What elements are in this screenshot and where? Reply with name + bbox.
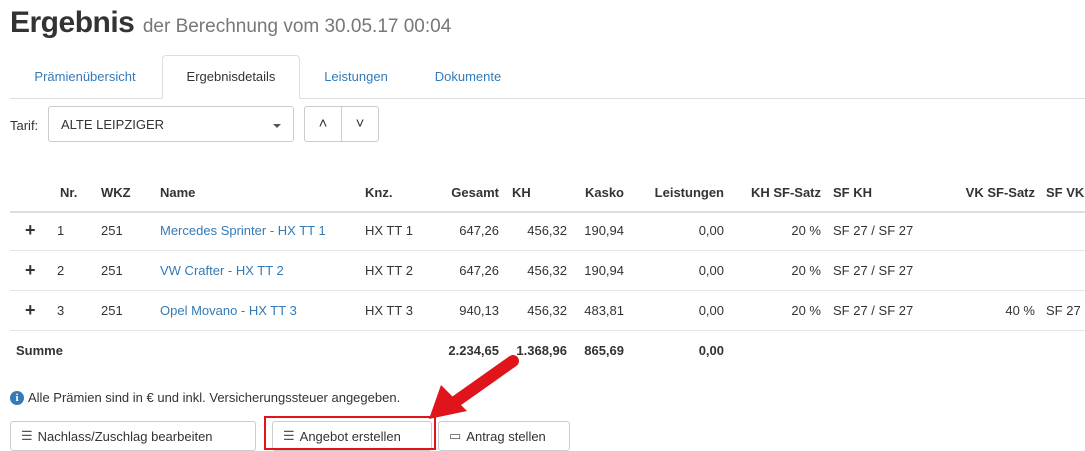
title-main: Ergebnis: [10, 6, 135, 39]
info-note-text: Alle Prämien sind in € und inkl. Versich…: [28, 390, 401, 405]
angebot-erstellen-button[interactable]: ☰ Angebot erstellen: [272, 421, 432, 451]
tarif-label: Tarif:: [10, 118, 39, 133]
cell-wkz: 251: [101, 263, 123, 278]
cell-vk-sf-satz: [932, 211, 1035, 250]
document-icon: ☰: [283, 428, 295, 443]
cell-kh-sf-satz: 20 %: [791, 223, 821, 238]
cell-sf-vk: SF 27: [1046, 303, 1081, 318]
summary-kh: 1.368,96: [516, 343, 567, 358]
title-subtitle: der Berechnung vom 30.05.17 00:04: [142, 16, 452, 37]
cell-kh: 456,32: [527, 223, 567, 238]
summary-kasko: 865,69: [584, 343, 624, 358]
table-row: + 2 251 VW Crafter - HX TT 2 HX TT 2 647…: [10, 251, 1085, 291]
tarif-selected-value: ALTE LEIPZIGER: [61, 117, 165, 132]
expand-row-button[interactable]: +: [25, 251, 36, 290]
expand-row-button[interactable]: +: [25, 211, 36, 250]
cell-sf-kh: SF 27 / SF 27: [833, 263, 914, 278]
nachlass-zuschlag-button[interactable]: ☰ Nachlass/Zuschlag bearbeiten: [10, 421, 256, 451]
header-wkz: WKZ: [101, 184, 131, 200]
info-icon: i: [10, 390, 24, 405]
sliders-icon: ☰: [21, 428, 33, 443]
cell-knz: HX TT 3: [365, 303, 413, 318]
cell-kh-sf-satz: 20 %: [791, 263, 821, 278]
summary-label: Summe: [16, 343, 63, 358]
header-kh: KH: [512, 184, 531, 200]
cell-gesamt: 647,26: [459, 263, 499, 278]
expand-row-button[interactable]: +: [25, 291, 36, 330]
cell-kh: 456,32: [527, 303, 567, 318]
summary-row: Summe 2.234,65 1.368,96 865,69 0,00: [10, 331, 1085, 370]
angebot-erstellen-label: Angebot erstellen: [299, 428, 401, 444]
cell-leistungen: 0,00: [698, 263, 724, 278]
cell-leistungen: 0,00: [698, 303, 724, 318]
header-sf-vk: SF VK: [1046, 184, 1085, 200]
table-row: + 1 251 Mercedes Sprinter - HX TT 1 HX T…: [10, 211, 1085, 251]
inbox-icon: ▭: [449, 428, 462, 443]
antrag-stellen-label: Antrag stellen: [466, 428, 546, 444]
antrag-stellen-button[interactable]: ▭ Antrag stellen: [438, 421, 570, 451]
chevron-down-icon: ˅: [355, 115, 365, 132]
tab-bar: Prämienübersicht Ergebnisdetails Leistun…: [10, 55, 1085, 99]
cell-nr: 2: [57, 263, 65, 278]
cell-knz: HX TT 1: [365, 223, 413, 238]
cell-wkz: 251: [101, 223, 123, 238]
vehicle-link[interactable]: Opel Movano - HX TT 3: [160, 291, 297, 330]
nachlass-zuschlag-label: Nachlass/Zuschlag bearbeiten: [37, 428, 213, 444]
cell-kh: 456,32: [527, 263, 567, 278]
tab-ergebnisdetails[interactable]: Ergebnisdetails: [162, 55, 300, 99]
cell-kasko: 483,81: [584, 303, 624, 318]
cell-kasko: 190,94: [584, 263, 624, 278]
table-header: Nr. WKZ Name Knz. Gesamt KH Kasko Leistu…: [10, 173, 1085, 213]
cell-wkz: 251: [101, 303, 123, 318]
cell-gesamt: 647,26: [459, 223, 499, 238]
summary-leistungen: 0,00: [698, 343, 724, 358]
next-tarif-button[interactable]: ˅: [341, 106, 379, 142]
cell-kasko: 190,94: [584, 223, 624, 238]
cell-gesamt: 940,13: [459, 303, 499, 318]
header-leistungen: Leistungen: [654, 184, 724, 200]
cell-kh-sf-satz: 20 %: [791, 303, 821, 318]
header-kasko: Kasko: [584, 184, 624, 200]
cell-sf-kh: SF 27 / SF 27: [833, 303, 914, 318]
header-knz: Knz.: [365, 184, 393, 200]
summary-gesamt: 2.234,65: [448, 343, 499, 358]
header-gesamt: Gesamt: [451, 184, 499, 200]
vehicle-link[interactable]: VW Crafter - HX TT 2: [160, 251, 284, 290]
cell-leistungen: 0,00: [698, 223, 724, 238]
cell-nr: 3: [57, 303, 65, 318]
chevron-up-icon: ˄: [318, 115, 328, 132]
tab-praemienuebersicht[interactable]: Prämienübersicht: [16, 56, 154, 97]
header-sf-kh: SF KH: [833, 184, 872, 200]
tarif-select[interactable]: ALTE LEIPZIGER: [48, 106, 294, 142]
vehicle-link[interactable]: Mercedes Sprinter - HX TT 1: [160, 211, 326, 250]
header-name: Name: [160, 184, 196, 200]
caret-down-icon: [273, 124, 281, 128]
cell-sf-kh: SF 27 / SF 27: [833, 223, 914, 238]
info-note: i Alle Prämien sind in € und inkl. Versi…: [10, 390, 400, 405]
header-nr: Nr.: [60, 184, 78, 200]
page-title: Ergebnis der Berechnung vom 30.05.17 00:…: [10, 6, 451, 40]
highlight-divider: [434, 416, 436, 450]
table-row: + 3 251 Opel Movano - HX TT 3 HX TT 3 94…: [10, 291, 1085, 331]
previous-tarif-button[interactable]: ˄: [304, 106, 342, 142]
tab-leistungen[interactable]: Leistungen: [308, 56, 404, 97]
cell-vk-sf-satz: 40 %: [1005, 303, 1035, 318]
header-kh-sf-satz: KH SF-Satz: [750, 184, 821, 200]
header-vk-sf-satz: VK SF-Satz: [965, 184, 1035, 200]
cell-vk-sf-satz: [932, 251, 1035, 290]
cell-knz: HX TT 2: [365, 263, 413, 278]
tab-dokumente[interactable]: Dokumente: [420, 56, 516, 97]
cell-nr: 1: [57, 223, 65, 238]
